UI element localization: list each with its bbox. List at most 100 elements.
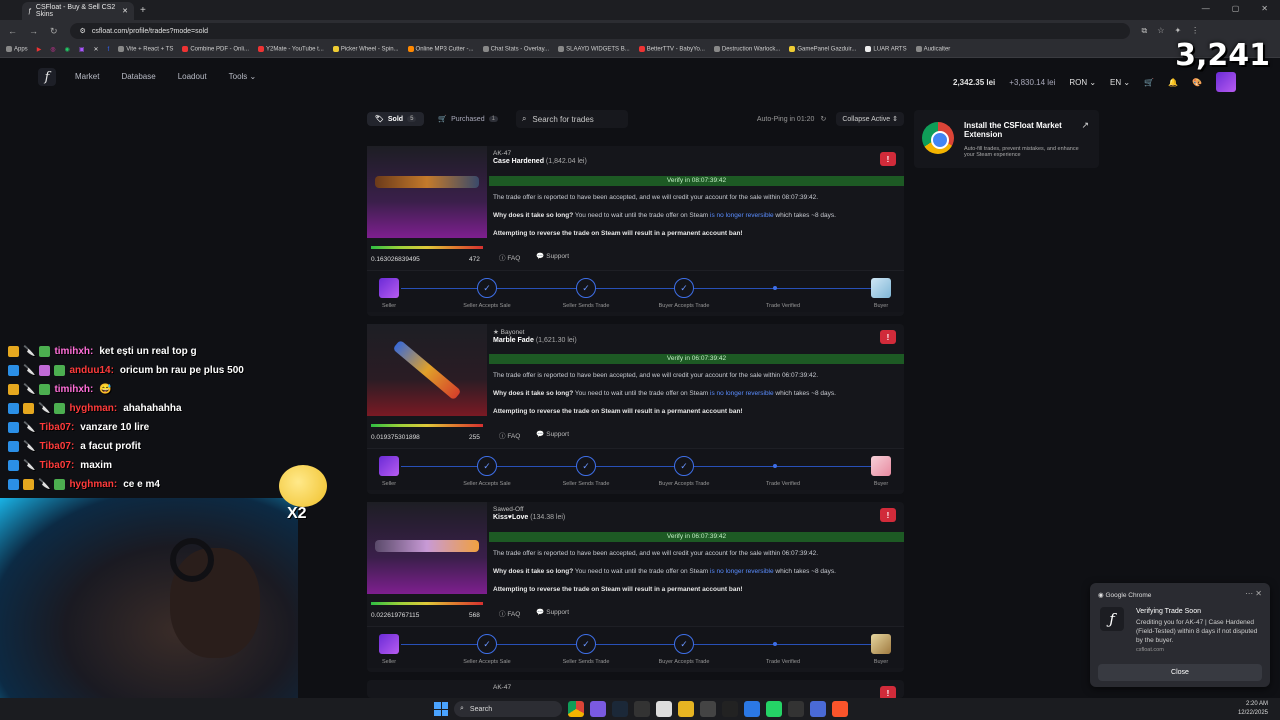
url-field[interactable]: ⚙ csfloat.com/profile/trades?mode=sold [69, 23, 1130, 39]
maximize-icon[interactable]: ▢ [1232, 4, 1240, 13]
refresh-icon[interactable]: ↻ [820, 115, 826, 123]
bookmark-item[interactable]: Audicalter [915, 46, 950, 53]
nav-tools[interactable]: Tools ⌄ [229, 72, 257, 81]
step-label: Buyer [873, 481, 889, 487]
app-taskbar-icon[interactable] [656, 701, 672, 717]
chrome-icon [922, 122, 954, 154]
taskbar-search[interactable]: ⌕ Search [454, 701, 562, 717]
support-link[interactable]: 💬 Support [536, 608, 569, 618]
csfloat-logo[interactable]: f [38, 68, 56, 86]
buyer-avatar[interactable] [871, 456, 891, 476]
extensions-icon[interactable]: ✦ [1174, 26, 1181, 36]
minimize-icon[interactable]: — [1202, 4, 1210, 13]
faq-link[interactable]: ⓘ FAQ [499, 252, 520, 262]
bell-icon[interactable]: 🔔 [1168, 78, 1178, 87]
avatar[interactable] [1216, 72, 1236, 92]
buyer-avatar[interactable] [871, 278, 891, 298]
step-label: Buyer [873, 659, 889, 665]
step-label: Buyer Accepts Trade [658, 303, 710, 309]
nav-loadout[interactable]: Loadout [178, 72, 207, 81]
chat-nick: timihxh: [54, 346, 94, 357]
app-taskbar-icon[interactable] [590, 701, 606, 717]
extension-promo[interactable]: Install the CSFloat Market Extension Aut… [914, 110, 1099, 168]
item-image[interactable] [367, 502, 487, 594]
bookmark-item[interactable]: BetterTTV - BabyYo... [638, 46, 705, 53]
bookmark-item[interactable]: Apps [6, 46, 28, 53]
bookmark-icon[interactable]: ▶ [37, 46, 42, 53]
close-icon[interactable]: ⋯ ✕ [1245, 589, 1262, 598]
app-taskbar-icon[interactable] [634, 701, 650, 717]
back-icon[interactable]: ← [8, 26, 17, 37]
alert-icon[interactable]: ! [880, 508, 896, 522]
seller-avatar[interactable] [379, 278, 399, 298]
nav-database[interactable]: Database [121, 72, 155, 81]
close-tab-icon[interactable]: ✕ [122, 7, 128, 15]
bookmark-icon[interactable]: ◉ [65, 46, 70, 53]
bookmark-item[interactable]: Online MP3 Cutter -... [407, 46, 474, 53]
step-label: Buyer [873, 303, 889, 309]
app-taskbar-icon[interactable] [700, 701, 716, 717]
bookmark-item[interactable]: SLAAYD WIDGETS B... [558, 46, 630, 53]
bookmark-icon[interactable]: ▣ [79, 46, 85, 53]
windows-start-icon[interactable] [434, 702, 448, 716]
browser-tab[interactable]: ƒ CSFloat - Buy & Sell CS2 Skins ✕ [22, 2, 134, 20]
alert-icon[interactable]: ! [880, 330, 896, 344]
nav-market[interactable]: Market [75, 72, 99, 81]
steam-taskbar-icon[interactable] [612, 701, 628, 717]
bookmark-icon[interactable]: ◎ [50, 46, 55, 53]
site-info-icon[interactable]: ⚙ [80, 27, 86, 35]
brave-taskbar-icon[interactable] [832, 701, 848, 717]
bookmark-item[interactable]: Destruction Warlock... [713, 46, 780, 53]
bookmark-icon[interactable]: f [108, 47, 110, 53]
cart-icon[interactable]: 🛒 [1144, 78, 1154, 87]
app-taskbar-icon[interactable] [744, 701, 760, 717]
buyer-avatar[interactable] [871, 634, 891, 654]
whatsapp-taskbar-icon[interactable] [766, 701, 782, 717]
new-tab-icon[interactable]: + [140, 5, 146, 16]
support-link[interactable]: 💬 Support [536, 252, 569, 262]
reload-icon[interactable]: ↻ [50, 26, 58, 37]
star-icon[interactable]: ☆ [1157, 26, 1164, 36]
chrome-taskbar-icon[interactable] [568, 701, 584, 717]
bookmark-icon[interactable]: ✕ [93, 46, 98, 53]
forward-icon[interactable]: → [29, 26, 38, 37]
bookmark-item[interactable]: Combine PDF - Onli... [182, 46, 249, 53]
install-icon[interactable]: ⧉ [1142, 26, 1148, 36]
bookmark-item[interactable]: Picker Wheel - Spin... [332, 46, 399, 53]
close-button[interactable]: Close [1098, 664, 1262, 681]
step-label: Seller Accepts Sale [463, 481, 511, 487]
tab-sold[interactable]: 🏷 Sold 5 [367, 112, 425, 126]
app-taskbar-icon[interactable] [788, 701, 804, 717]
support-link[interactable]: 💬 Support [536, 430, 569, 440]
badge-icon [39, 384, 51, 395]
faq-link[interactable]: ⓘ FAQ [499, 430, 520, 440]
close-window-icon[interactable]: ✕ [1261, 4, 1268, 13]
badge-icon [39, 365, 51, 376]
item-image[interactable] [367, 146, 487, 238]
seller-avatar[interactable] [379, 634, 399, 654]
collapse-active-button[interactable]: Collapse Active ⇕ [836, 112, 904, 126]
search-input[interactable]: ⌕ Search for trades [515, 110, 628, 128]
faq-link[interactable]: ⓘ FAQ [499, 608, 520, 618]
folder-taskbar-icon[interactable] [678, 701, 694, 717]
language-select[interactable]: EN ⌄ [1110, 78, 1130, 87]
system-clock[interactable]: 2:20 AM 12/22/2025 [1238, 700, 1268, 718]
bookmark-item[interactable]: Vite + React + TS [118, 46, 173, 53]
bookmark-item[interactable]: LUAR ARTS [865, 46, 907, 53]
bookmark-item[interactable]: Chat Stats - Overlay... [482, 46, 549, 53]
bookmark-item[interactable]: GamePanel Gazduir... [789, 46, 856, 53]
external-link-icon[interactable]: ↗ [1081, 120, 1089, 131]
menu-icon[interactable]: ⋮ [1191, 26, 1199, 36]
app-taskbar-icon[interactable] [722, 701, 738, 717]
currency-select[interactable]: RON ⌄ [1069, 78, 1096, 87]
bookmark-item[interactable]: Y2Mate - YouTube t... [258, 46, 324, 53]
pattern-index: 255 [469, 434, 480, 441]
alert-icon[interactable]: ! [880, 152, 896, 166]
balance[interactable]: 2,342.35 lei [953, 78, 995, 87]
palette-icon[interactable]: 🎨 [1192, 78, 1202, 87]
seller-avatar[interactable] [379, 456, 399, 476]
step-label: Trade Verified [765, 481, 801, 487]
tab-purchased[interactable]: 🛒 Purchased 1 [430, 112, 506, 126]
app-taskbar-icon[interactable] [810, 701, 826, 717]
item-image[interactable] [367, 324, 487, 416]
